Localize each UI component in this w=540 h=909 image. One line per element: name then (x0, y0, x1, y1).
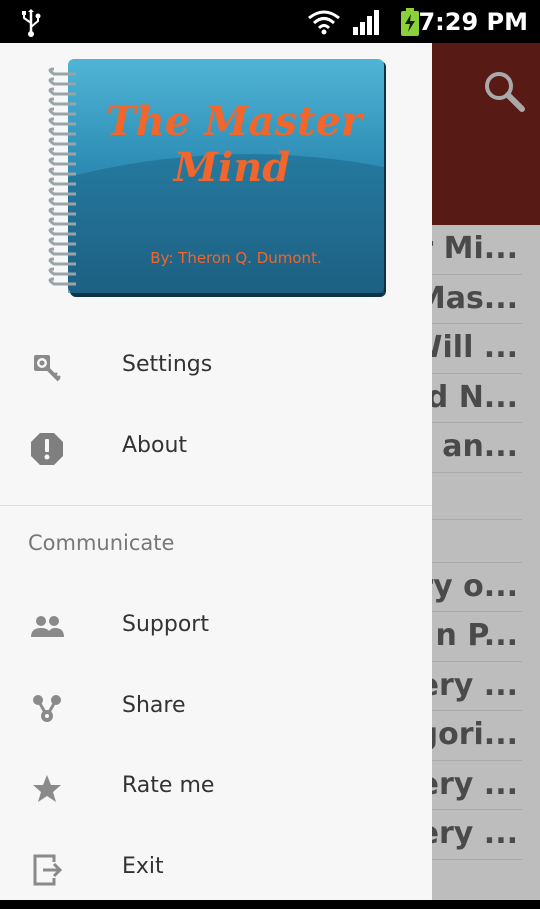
search-icon[interactable] (482, 69, 526, 113)
usb-icon (22, 9, 41, 37)
drawer-item-label: About (122, 433, 188, 458)
drawer-item-exit[interactable]: Exit (0, 829, 432, 909)
status-bar: 7:29 PM (0, 0, 540, 43)
signal-icon (353, 10, 379, 35)
drawer-item-about[interactable]: About (0, 408, 432, 488)
clock: 7:29 PM (418, 8, 528, 36)
cover-author: By: Theron Q. Dumont. (150, 249, 321, 267)
battery-charging-icon (401, 8, 419, 36)
wifi-icon (308, 10, 340, 35)
drawer-item-label: Exit (122, 854, 164, 879)
drawer-item-label: Rate me (122, 773, 215, 798)
divider (0, 505, 432, 506)
drawer-item-rate-me[interactable]: Rate me (0, 748, 432, 828)
drawer-item-settings[interactable]: Settings (0, 327, 432, 407)
share-icon (33, 695, 61, 722)
exit-icon (33, 854, 63, 886)
people-icon (31, 616, 64, 637)
settings-key-icon (34, 355, 61, 382)
drawer-item-support[interactable]: Support (0, 587, 432, 667)
cover-title-line1: The Master (106, 98, 365, 145)
book-cover-image: The Master Mind By: Theron Q. Dumont. (48, 59, 386, 297)
navigation-drawer: The Master Mind By: Theron Q. Dumont. Se… (0, 43, 432, 900)
info-alert-icon (31, 433, 63, 465)
star-icon (33, 775, 61, 802)
drawer-item-share[interactable]: Share (0, 668, 432, 748)
drawer-item-label: Support (122, 612, 209, 637)
section-header-communicate: Communicate (28, 531, 175, 555)
drawer-item-label: Settings (122, 352, 213, 377)
cover-title-line2: Mind (172, 144, 291, 191)
drawer-item-label: Share (122, 693, 186, 718)
